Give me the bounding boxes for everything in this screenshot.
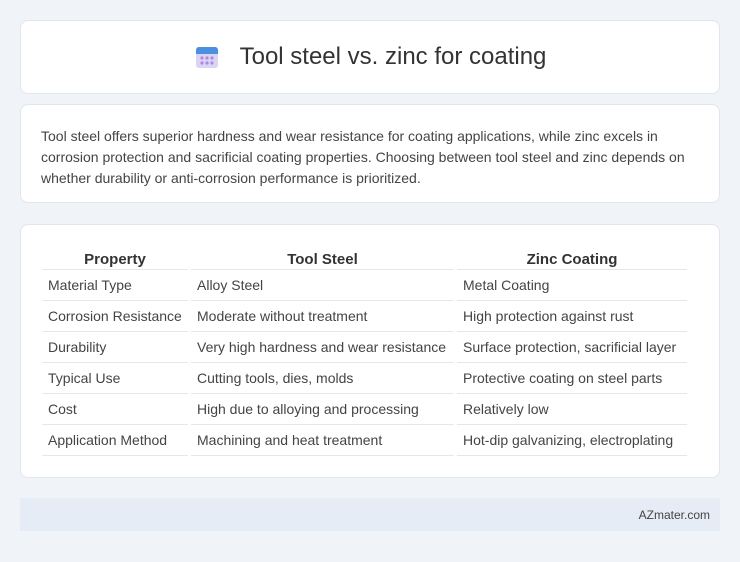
table-cell: Surface protection, sacrificial layer [457, 332, 687, 363]
table-cell: Cutting tools, dies, molds [191, 363, 454, 394]
summary-card: Tool steel offers superior hardness and … [20, 104, 720, 203]
table-card: Property Tool Steel Zinc Coating Materia… [20, 224, 720, 478]
table-cell: Machining and heat treatment [191, 425, 454, 456]
title-card: Tool steel vs. zinc for coating [20, 20, 720, 94]
table-row: Typical Use Cutting tools, dies, molds P… [42, 363, 687, 394]
table-header-row: Property Tool Steel Zinc Coating [42, 245, 687, 270]
comparison-table: Property Tool Steel Zinc Coating Materia… [39, 245, 690, 456]
title-wrap: Tool steel vs. zinc for coating [194, 43, 547, 71]
table-cell: Material Type [42, 270, 188, 301]
table-row: Corrosion Resistance Moderate without tr… [42, 301, 687, 332]
table-cell: Metal Coating [457, 270, 687, 301]
summary-text: Tool steel offers superior hardness and … [41, 128, 685, 186]
page-title: Tool steel vs. zinc for coating [239, 43, 547, 70]
footer-bar: AZmater.com [20, 498, 720, 531]
table-cell: Corrosion Resistance [42, 301, 188, 332]
calendar-icon [195, 47, 218, 68]
table-row: Durability Very high hardness and wear r… [42, 332, 687, 363]
table-row: Material Type Alloy Steel Metal Coating [42, 270, 687, 301]
table-row: Application Method Machining and heat tr… [42, 425, 687, 456]
column-header-zinc-coating: Zinc Coating [457, 245, 687, 270]
table-cell: Application Method [42, 425, 188, 456]
table-cell: Moderate without treatment [191, 301, 454, 332]
table-cell: Very high hardness and wear resistance [191, 332, 454, 363]
table-cell: Alloy Steel [191, 270, 454, 301]
table-cell: Durability [42, 332, 188, 363]
table-cell: High protection against rust [457, 301, 687, 332]
table-row: Cost High due to alloying and processing… [42, 394, 687, 425]
column-header-property: Property [42, 245, 188, 270]
table-cell: Typical Use [42, 363, 188, 394]
column-header-tool-steel: Tool Steel [191, 245, 454, 270]
table-cell: Relatively low [457, 394, 687, 425]
footer-brand-link[interactable]: AZmater.com [639, 508, 710, 522]
table-cell: Protective coating on steel parts [457, 363, 687, 394]
table-cell: High due to alloying and processing [191, 394, 454, 425]
table-cell: Cost [42, 394, 188, 425]
table-cell: Hot-dip galvanizing, electroplating [457, 425, 687, 456]
